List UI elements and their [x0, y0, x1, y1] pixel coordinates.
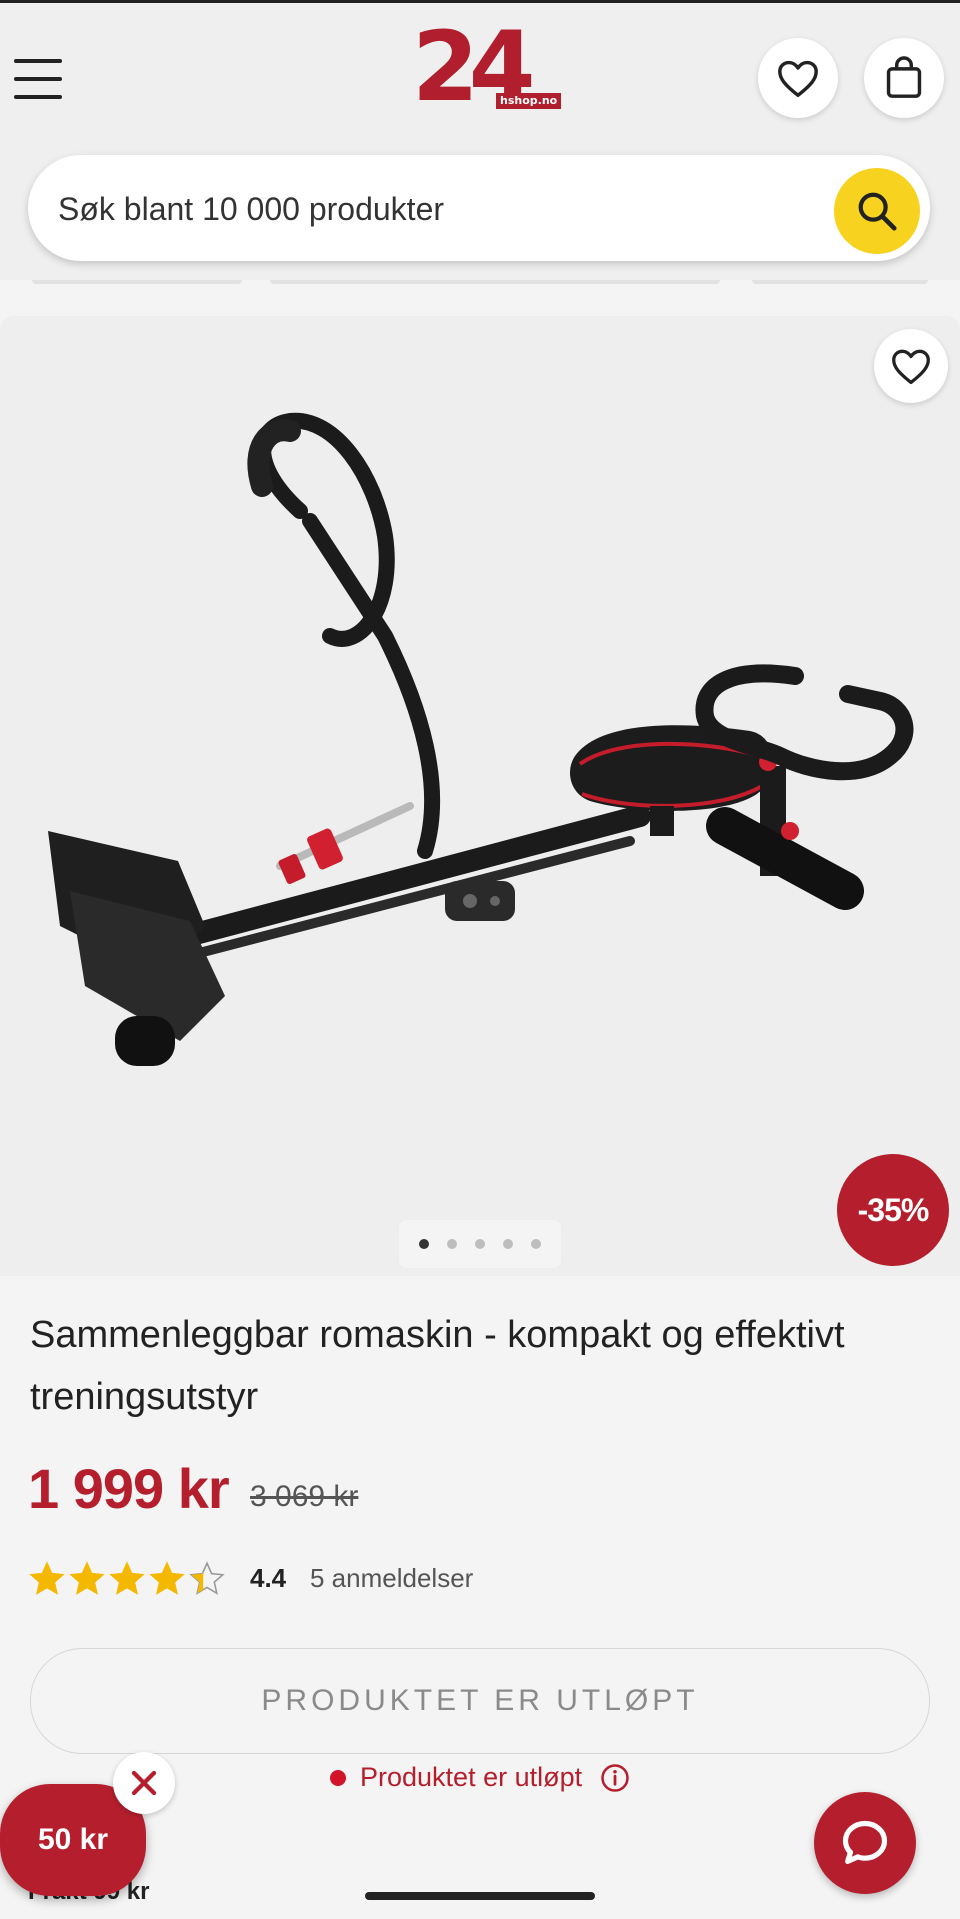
gallery-dot[interactable]	[531, 1239, 541, 1249]
chat-button[interactable]	[814, 1792, 916, 1894]
heart-icon	[778, 60, 818, 98]
category-chips	[0, 280, 960, 286]
star-icon	[29, 1561, 65, 1595]
review-count-link[interactable]: 5 anmeldelser	[310, 1563, 473, 1594]
rating-value: 4.4	[250, 1563, 287, 1593]
shopping-bag-icon	[886, 56, 922, 98]
expired-button: PRODUKTET ER UTLØPT	[30, 1648, 930, 1754]
chat-icon	[842, 1820, 888, 1865]
search-button[interactable]	[834, 168, 920, 254]
product-title: Sammenleggbar romaskin - kompakt og effe…	[30, 1314, 845, 1418]
cart-button[interactable]	[864, 38, 944, 118]
search-bar	[28, 155, 930, 261]
close-icon	[131, 1770, 157, 1796]
status-dot	[330, 1769, 346, 1786]
product-old-price: 3 069 kr	[250, 1480, 359, 1513]
gallery-dot[interactable]	[475, 1239, 485, 1249]
gallery-dot[interactable]	[447, 1239, 457, 1249]
star-icon	[69, 1561, 105, 1595]
gallery-dot[interactable]	[419, 1239, 429, 1249]
product-gallery[interactable]	[0, 316, 960, 1276]
gallery-dot[interactable]	[503, 1239, 513, 1249]
search-icon	[858, 192, 897, 231]
menu-icon[interactable]	[14, 59, 62, 99]
star-icon	[189, 1561, 225, 1595]
category-chip[interactable]	[752, 280, 928, 284]
logo-tag: hshop.no	[496, 93, 562, 109]
discount-badge: -35%	[837, 1154, 949, 1266]
star-icon	[149, 1561, 185, 1595]
wishlist-button[interactable]	[758, 38, 838, 118]
product-image	[48, 412, 914, 1066]
heart-icon	[892, 349, 930, 385]
promo-close-button[interactable]	[113, 1752, 175, 1814]
category-chip[interactable]	[270, 280, 720, 284]
availability-status: Produktet er utløpt	[330, 1762, 630, 1793]
rating-stars[interactable]	[28, 1560, 226, 1598]
info-icon[interactable]	[600, 1763, 630, 1793]
category-chip[interactable]	[32, 280, 242, 284]
gallery-pagination	[399, 1220, 561, 1268]
star-icon	[109, 1561, 145, 1595]
add-to-favorites-button[interactable]	[874, 329, 948, 403]
product-price: 1 999 kr	[28, 1457, 230, 1520]
site-logo[interactable]: 24 hshop.no	[412, 19, 562, 131]
status-text: Produktet er utløpt	[360, 1762, 583, 1792]
site-header: 24 hshop.no	[0, 3, 960, 280]
home-indicator	[365, 1892, 595, 1900]
search-input[interactable]	[56, 181, 830, 237]
